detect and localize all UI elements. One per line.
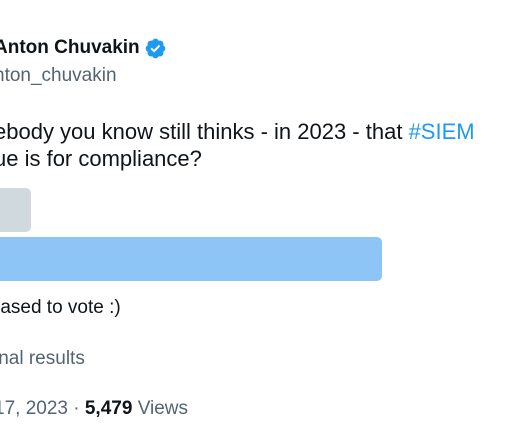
- tweet-text-prefix: ebody you know still thinks - in 2023 - …: [0, 119, 409, 144]
- author-name[interactable]: Anton Chuvakin: [0, 36, 167, 60]
- poll-note: rased to vote :): [0, 297, 121, 318]
- poll-option-2-bar: [0, 237, 382, 281]
- views-count: 5,479: [84, 398, 133, 419]
- tweet-text-line-2: ue is for compliance?: [0, 146, 202, 171]
- tweet-text-line-1: ebody you know still thinks - in 2023 - …: [0, 118, 475, 146]
- tweet-meta: 17, 2023 · 5,479 Views: [0, 396, 188, 422]
- tweet-date[interactable]: 17, 2023: [0, 398, 68, 419]
- author-handle[interactable]: nton_chuvakin: [0, 64, 117, 88]
- meta-separator: ·: [73, 398, 80, 419]
- author-name-text[interactable]: Anton Chuvakin: [0, 36, 140, 60]
- views-label: Views: [137, 398, 189, 419]
- hashtag-link[interactable]: #SIEM: [409, 119, 475, 144]
- poll-option-1-bar: [0, 188, 31, 232]
- verified-badge-icon: [145, 38, 165, 58]
- poll-status: inal results: [0, 348, 85, 369]
